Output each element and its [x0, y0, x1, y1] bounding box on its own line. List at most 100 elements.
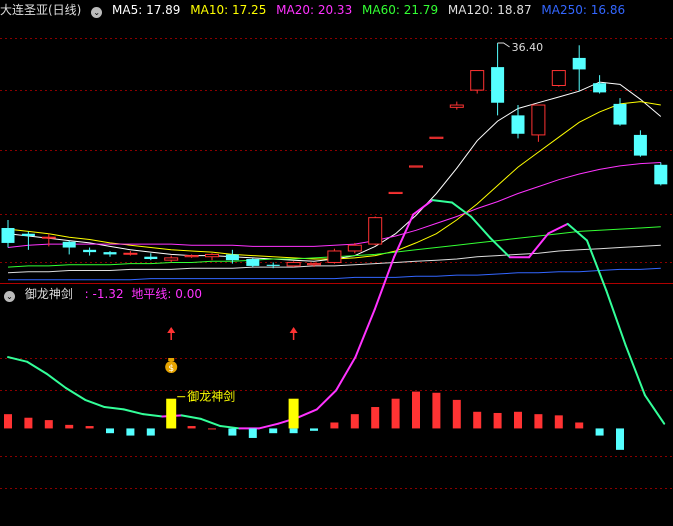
- candle-body: [347, 244, 362, 252]
- oscillator-line-segment: [335, 356, 357, 392]
- candle-body: [164, 257, 179, 261]
- oscillator-line-segment: [489, 237, 511, 259]
- oscillator-bar: [595, 428, 604, 436]
- oscillator-bar: [248, 428, 257, 438]
- oscillator-bar: [126, 428, 135, 436]
- candle-body: [41, 236, 56, 239]
- candle-body: [1, 227, 15, 243]
- candle-body: [633, 134, 647, 156]
- signal-bar: [288, 398, 299, 429]
- ma20-label: MA20: 20.33: [276, 3, 353, 17]
- symbol-title: 大连圣亚(日线): [0, 3, 82, 17]
- oscillator-line-segment: [624, 344, 646, 397]
- up-arrow-icon: [167, 327, 176, 333]
- candle-body: [184, 255, 199, 258]
- oscillator-bar: [65, 424, 74, 429]
- candle-body: [144, 256, 158, 260]
- oscillator-line-segment: [470, 215, 492, 240]
- ma250-label: MA250: 16.86: [541, 3, 626, 17]
- money-bag-icon-glyph: $: [168, 364, 174, 374]
- oscillator-bar: [371, 407, 380, 429]
- baseline-label: 地平线: 0.00: [131, 287, 202, 301]
- oscillator-bar: [85, 426, 94, 429]
- candle-body: [429, 136, 444, 139]
- oscillator-bar: [473, 411, 482, 429]
- max-price-label: 36.40: [512, 41, 543, 54]
- oscillator-bar: [187, 426, 196, 429]
- oscillator-bar: [289, 428, 298, 434]
- ma-line-ma250: [8, 267, 661, 281]
- oscillator-line-segment: [180, 414, 202, 420]
- grid-lines: [0, 38, 673, 489]
- oscillator-bar: [146, 428, 155, 436]
- indicator-name: 御龙神剑: [24, 287, 73, 301]
- max-price-pointer: [497, 42, 510, 48]
- oscillator-bar: [350, 414, 359, 429]
- oscillator-line-segment: [200, 417, 222, 428]
- oscillator-bar: [208, 428, 216, 430]
- money-bag-icon: [168, 358, 175, 361]
- oscillator-bar: [269, 428, 278, 434]
- oscillator-bar: [534, 414, 543, 429]
- oscillator-line-segment: [643, 394, 666, 425]
- oscillator-line-segment: [84, 398, 106, 409]
- ma60-label: MA60: 21.79: [362, 3, 439, 17]
- oscillator-panel: [4, 199, 666, 450]
- candle-body: [409, 165, 423, 168]
- ma-line-ma10: [7, 101, 661, 260]
- oscillator-bar: [330, 422, 339, 429]
- oscillator-line-segment: [547, 222, 569, 235]
- candle-body: [511, 115, 525, 134]
- indicator-panel-header: ⌄ 御龙神剑 : -1.32 地平线: 0.00: [0, 284, 208, 304]
- oscillator-bar: [106, 428, 114, 434]
- candle-body: [307, 263, 321, 266]
- oscillator-bar: [514, 411, 522, 429]
- candle-body: [327, 250, 342, 263]
- candle-body: [572, 57, 586, 70]
- candle-body: [21, 233, 35, 237]
- ma5-label: MA5: 17.89: [112, 3, 181, 17]
- up-arrow-icon: [289, 327, 298, 333]
- candle-body: [470, 70, 485, 91]
- oscillator-bar: [391, 398, 400, 429]
- candle-body: [654, 164, 668, 185]
- candle-body: [491, 67, 505, 103]
- oscillator-line-segment: [45, 372, 67, 389]
- candle-body: [388, 191, 403, 195]
- candle-body: [368, 217, 383, 245]
- candle-body: [449, 104, 464, 108]
- oscillator-line-segment: [219, 425, 241, 430]
- oscillator-line-segment: [64, 387, 87, 401]
- candlestick-series: [1, 42, 668, 269]
- chevron-down-icon[interactable]: ⌄: [4, 291, 15, 302]
- oscillator-bar: [452, 399, 461, 429]
- oscillator-line-segment: [315, 389, 338, 411]
- indicator-value: : -1.32: [84, 287, 124, 301]
- candle-body: [225, 254, 239, 261]
- oscillator-line-segment: [354, 308, 376, 359]
- oscillator-bar: [24, 417, 33, 429]
- ma-line-ma5: [7, 81, 662, 262]
- oscillator-bar: [554, 415, 563, 429]
- oscillator-line-segment: [431, 199, 453, 204]
- oscillator-bar: [616, 428, 624, 450]
- candle-body: [246, 259, 260, 266]
- candle-body: [103, 252, 117, 255]
- chevron-down-icon[interactable]: ⌄: [91, 7, 103, 18]
- ma-line-ma20: [7, 162, 661, 248]
- candle-body: [83, 249, 97, 253]
- signal-bar: [166, 398, 177, 429]
- candle-body: [205, 253, 219, 258]
- oscillator-bar: [228, 428, 237, 436]
- candle-body: [613, 103, 627, 125]
- signal-label: 御龙神剑: [187, 389, 235, 404]
- oscillator-line-segment: [296, 408, 318, 419]
- oscillator-line-segment: [103, 406, 125, 411]
- annotations: 36.40 $ 御龙神剑: [165, 41, 543, 404]
- oscillator-line-segment: [257, 422, 280, 430]
- oscillator-line-segment: [7, 356, 29, 363]
- oscillator-bar: [44, 420, 53, 429]
- oscillator-line-segment: [142, 413, 164, 418]
- oscillator-line-segment: [122, 408, 145, 416]
- oscillator-bar: [310, 428, 318, 431]
